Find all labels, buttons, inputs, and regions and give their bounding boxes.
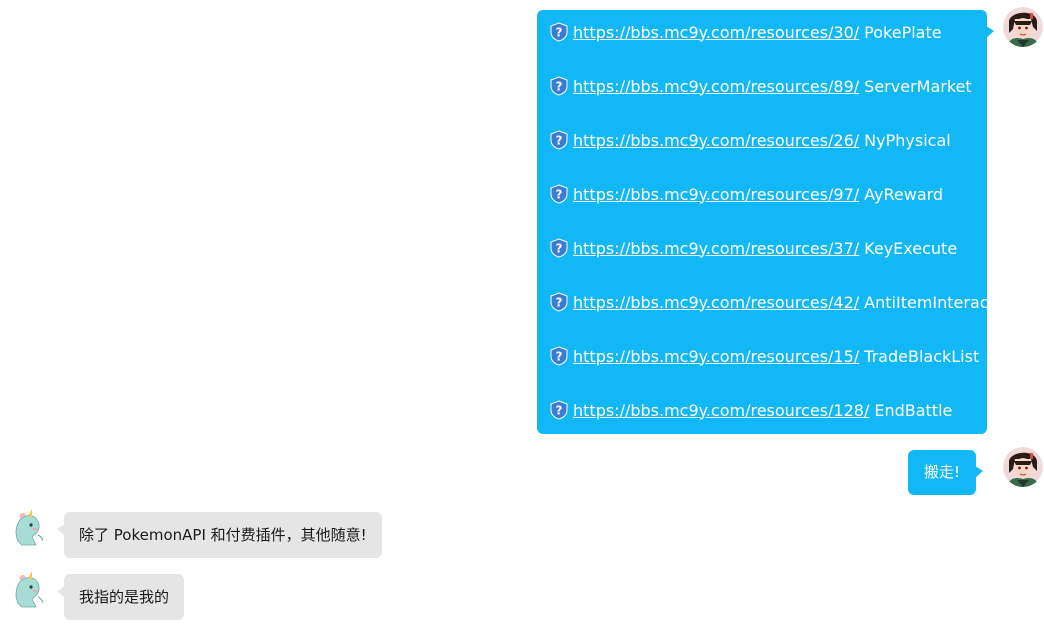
resource-link[interactable]: https://bbs.mc9y.com/resources/97/ bbox=[573, 185, 859, 204]
message-text: 除了 PokemonAPI 和付费插件，其他随意! bbox=[79, 526, 367, 544]
contact-avatar[interactable] bbox=[8, 507, 48, 547]
resource-name: EndBattle bbox=[874, 400, 953, 420]
resource-name: NyPhysical bbox=[864, 130, 951, 150]
link-item: ? https://bbs.mc9y.com/resources/15/ Tra… bbox=[549, 345, 979, 367]
resource-link[interactable]: https://bbs.mc9y.com/resources/42/ bbox=[573, 293, 859, 312]
resource-link[interactable]: https://bbs.mc9y.com/resources/26/ bbox=[573, 131, 859, 150]
link-item: ? https://bbs.mc9y.com/resources/128/ En… bbox=[549, 399, 952, 421]
resource-link[interactable]: https://bbs.mc9y.com/resources/30/ bbox=[573, 23, 859, 42]
svg-text:?: ? bbox=[556, 80, 563, 94]
resource-link[interactable]: https://bbs.mc9y.com/resources/37/ bbox=[573, 239, 859, 258]
svg-text:?: ? bbox=[556, 188, 563, 202]
message-bubble-text: 我指的是我的 bbox=[56, 574, 185, 620]
link-item: ? https://bbs.mc9y.com/resources/97/ AyR… bbox=[549, 183, 943, 205]
question-shield-icon[interactable]: ? bbox=[549, 346, 569, 366]
question-shield-icon[interactable]: ? bbox=[549, 400, 569, 420]
link-item: ? https://bbs.mc9y.com/resources/30/ Pok… bbox=[549, 21, 942, 43]
question-shield-icon[interactable]: ? bbox=[549, 292, 569, 312]
message-text: 搬走! bbox=[924, 463, 961, 481]
message-bubble-text: 搬走! bbox=[908, 450, 984, 495]
resource-link[interactable]: https://bbs.mc9y.com/resources/128/ bbox=[573, 401, 869, 420]
link-item: ? https://bbs.mc9y.com/resources/42/ Ant… bbox=[549, 291, 995, 313]
resource-name: AyReward bbox=[864, 184, 944, 204]
svg-text:?: ? bbox=[556, 404, 563, 418]
resource-name: TradeBlackList bbox=[864, 346, 980, 366]
question-shield-icon[interactable]: ? bbox=[549, 22, 569, 42]
svg-text:?: ? bbox=[556, 134, 563, 148]
question-shield-icon[interactable]: ? bbox=[549, 130, 569, 150]
resource-name: AntiItemInteract bbox=[864, 292, 995, 312]
my-avatar[interactable] bbox=[1003, 7, 1043, 47]
resource-name: KeyExecute bbox=[864, 238, 958, 258]
svg-text:?: ? bbox=[556, 296, 563, 310]
question-shield-icon[interactable]: ? bbox=[549, 238, 569, 258]
svg-text:?: ? bbox=[556, 350, 563, 364]
link-item: ? https://bbs.mc9y.com/resources/89/ Ser… bbox=[549, 75, 972, 97]
question-shield-icon[interactable]: ? bbox=[549, 76, 569, 96]
svg-text:?: ? bbox=[556, 26, 563, 40]
svg-text:?: ? bbox=[556, 242, 563, 256]
message-bubble-link-list: ? https://bbs.mc9y.com/resources/30/ Pok… bbox=[537, 10, 995, 434]
link-item: ? https://bbs.mc9y.com/resources/37/ Key… bbox=[549, 237, 957, 259]
message-bubble-text: 除了 PokemonAPI 和付费插件，其他随意! bbox=[57, 512, 382, 558]
link-item: ? https://bbs.mc9y.com/resources/26/ NyP… bbox=[549, 129, 951, 151]
resource-name: PokePlate bbox=[864, 22, 942, 42]
question-shield-icon[interactable]: ? bbox=[549, 184, 569, 204]
resource-name: ServerMarket bbox=[864, 76, 972, 96]
contact-avatar[interactable] bbox=[8, 569, 48, 609]
my-avatar[interactable] bbox=[1003, 447, 1043, 487]
message-text: 我指的是我的 bbox=[79, 588, 170, 606]
resource-link[interactable]: https://bbs.mc9y.com/resources/89/ bbox=[573, 77, 859, 96]
resource-link[interactable]: https://bbs.mc9y.com/resources/15/ bbox=[573, 347, 859, 366]
